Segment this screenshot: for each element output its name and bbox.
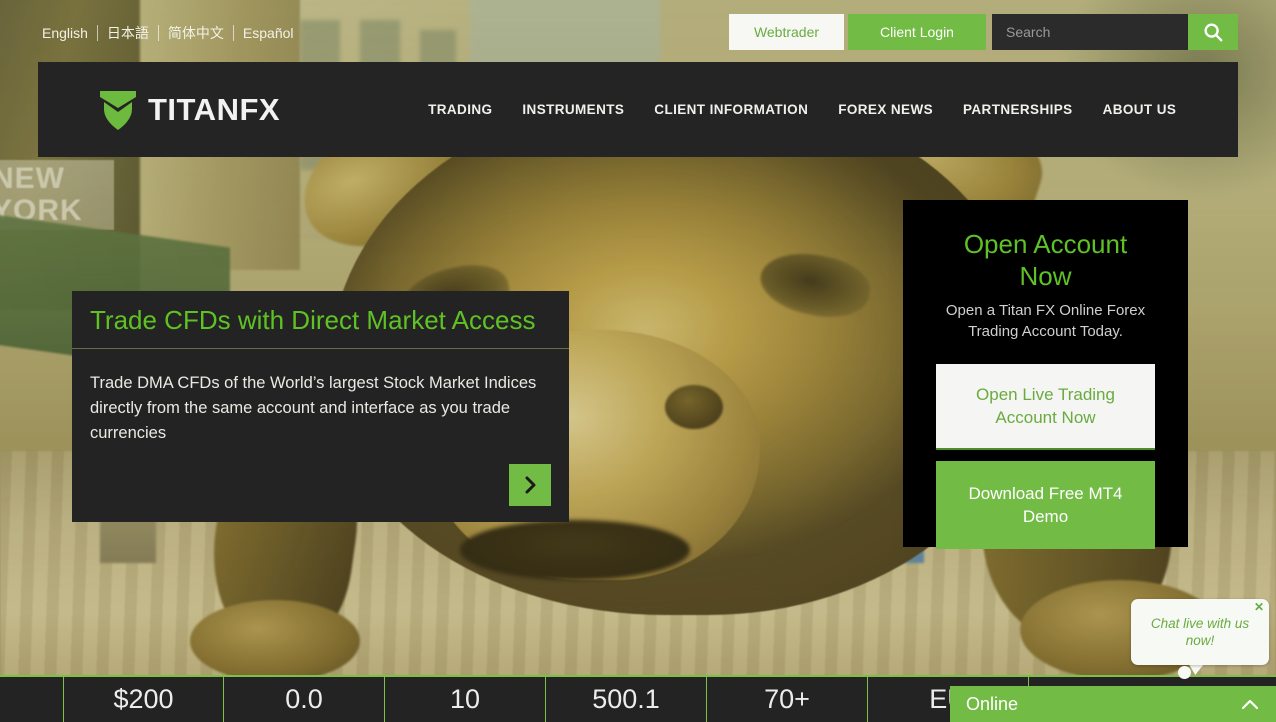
stat-cell: 0.0 xyxy=(224,677,385,722)
open-account-panel: Open Account Now Open a Titan FX Online … xyxy=(903,200,1188,549)
client-login-button[interactable]: Client Login xyxy=(848,14,986,50)
hero-body: Trade DMA CFDs of the World’s largest St… xyxy=(72,349,569,522)
hero-description: Trade DMA CFDs of the World’s largest St… xyxy=(90,374,537,442)
open-account-subtitle: Open a Titan FX Online Forex Trading Acc… xyxy=(945,302,1146,340)
chat-bubble-text: Chat live with us now! xyxy=(1150,616,1250,648)
nav-item-about-us[interactable]: ABOUT US xyxy=(1103,102,1177,117)
language-link-english[interactable]: English xyxy=(42,24,97,42)
nav-item-client-information[interactable]: CLIENT INFORMATION xyxy=(654,102,808,117)
language-link-spanish[interactable]: Español xyxy=(234,24,303,42)
hero-title-box: Trade CFDs with Direct Market Access xyxy=(72,291,569,349)
hero-title: Trade CFDs with Direct Market Access xyxy=(90,305,536,335)
hero-arrow-row xyxy=(90,464,551,506)
page-root: NEW YORK English 日本語 简体中 xyxy=(0,0,1276,722)
webtrader-button[interactable]: Webtrader xyxy=(729,14,844,50)
chevron-up-icon[interactable] xyxy=(1240,698,1260,711)
top-actions: Webtrader Client Login xyxy=(729,14,1238,50)
brand-name: TITAN xyxy=(148,91,240,127)
brand-wordmark: TITANFX xyxy=(148,92,280,128)
nav-item-partnerships[interactable]: PARTNERSHIPS xyxy=(963,102,1073,117)
main-navbar: TITANFX TRADING INSTRUMENTS CLIENT INFOR… xyxy=(38,62,1238,157)
stat-cell: $200 xyxy=(63,677,224,722)
language-link-chinese[interactable]: 简体中文 xyxy=(159,24,233,42)
stat-cell: 500.1 xyxy=(546,677,707,722)
hero-next-button[interactable] xyxy=(509,464,551,506)
search-icon xyxy=(1204,23,1223,42)
search-box xyxy=(992,14,1238,50)
open-account-title: Open Account Now xyxy=(963,229,1128,291)
titan-shield-icon xyxy=(98,89,138,131)
search-button[interactable] xyxy=(1188,14,1238,50)
nav-item-instruments[interactable]: INSTRUMENTS xyxy=(522,102,624,117)
stat-cell: 10 xyxy=(385,677,546,722)
chevron-right-icon xyxy=(525,476,536,494)
close-icon[interactable]: ✕ xyxy=(1254,601,1264,613)
download-mt4-demo-button[interactable]: Download Free MT4 Demo xyxy=(936,461,1155,549)
brand-logo[interactable]: TITANFX xyxy=(98,89,280,131)
search-input[interactable] xyxy=(992,14,1188,50)
stat-cell: 70+ xyxy=(707,677,868,722)
chat-bubble-dot xyxy=(1178,666,1191,679)
nav-item-trading[interactable]: TRADING xyxy=(428,102,492,117)
chat-bubble: ✕ Chat live with us now! xyxy=(1131,599,1269,665)
titan-shield-icon-svg xyxy=(100,90,136,130)
hero-panel: Trade CFDs with Direct Market Access Tra… xyxy=(72,291,569,522)
chat-status-label: Online xyxy=(966,693,1019,714)
language-switcher: English 日本語 简体中文 Español xyxy=(42,24,303,42)
nav-item-forex-news[interactable]: FOREX NEWS xyxy=(838,102,933,117)
chat-online-bar[interactable]: Online xyxy=(950,686,1276,722)
language-link-japanese[interactable]: 日本語 xyxy=(98,24,158,42)
nav-links: TRADING INSTRUMENTS CLIENT INFORMATION F… xyxy=(428,102,1176,117)
open-live-account-button[interactable]: Open Live Trading Account Now xyxy=(936,364,1155,450)
brand-suffix: FX xyxy=(239,91,281,127)
